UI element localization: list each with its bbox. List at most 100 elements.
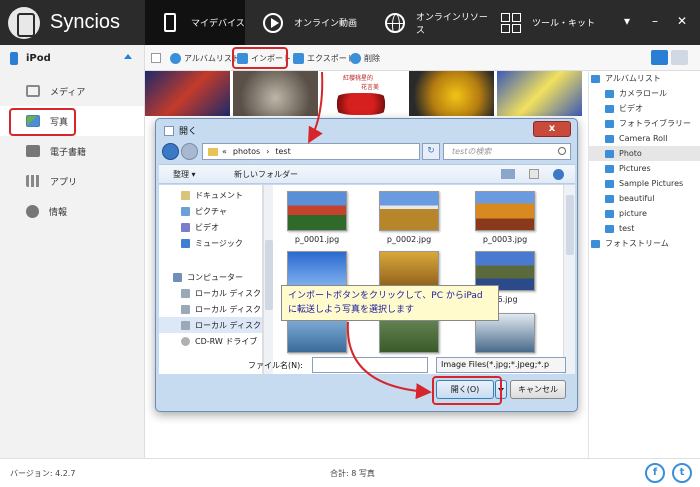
search-input[interactable]: testの検索 (443, 143, 571, 160)
tree-item[interactable]: ローカル ディスク (159, 317, 262, 333)
path-segment[interactable]: test (275, 147, 290, 156)
forward-icon[interactable] (181, 143, 198, 160)
file-item[interactable]: p_0001.jpg (285, 191, 349, 244)
photo-thumb[interactable] (497, 71, 582, 116)
album-label: Camera Roll (619, 134, 668, 143)
sidebar-item-media[interactable]: メディア (0, 76, 144, 106)
facebook-icon[interactable]: f (645, 463, 665, 483)
sidebar-item-ebooks[interactable]: 電子書籍 (0, 136, 144, 166)
export-button[interactable]: エクスポート (293, 50, 355, 66)
tab-online-resources[interactable]: オンラインリソース (384, 0, 496, 45)
album-list-button[interactable]: アルバムリスト (170, 50, 240, 66)
album-item[interactable]: フォトストリーム (589, 236, 700, 251)
tree-item[interactable]: CD-RW ドライブ (159, 333, 262, 349)
cancel-button[interactable]: キャンセル (510, 380, 566, 399)
top-bar: Syncios マイデバイス オンライン動画 オンラインリソース ツール・キット… (0, 0, 700, 45)
select-all-checkbox[interactable] (151, 53, 161, 63)
album-item[interactable]: フォトライブラリー (589, 116, 700, 131)
filetype-select[interactable]: Image Files(*.jpg;*.jpeg;*.p (436, 357, 566, 373)
list-view-icon[interactable] (651, 50, 668, 65)
tree-item[interactable]: ローカル ディスク (159, 285, 262, 301)
album-item[interactable]: Photo (589, 146, 700, 161)
file-grid: p_0001.jpg p_0002.jpg p_0003.jpg 06.jpg (273, 185, 563, 374)
disk-icon (181, 304, 190, 314)
pictures-icon (181, 206, 190, 216)
tree-item[interactable]: ミュージック (159, 235, 262, 251)
strip-caption: 花言美 (361, 84, 380, 91)
filename-input[interactable] (312, 357, 428, 373)
tab-my-devices[interactable]: マイデバイス (145, 0, 245, 45)
photo-thumb[interactable] (233, 71, 318, 116)
play-icon (262, 12, 284, 34)
delete-button[interactable]: 削除 (350, 50, 380, 66)
device-row[interactable]: iPod (0, 45, 144, 71)
navigation-tree: ドキュメント ピクチャ ビデオ ミュージック コンピューター ローカル ディスク… (159, 185, 263, 374)
import-highlight-box (232, 47, 288, 69)
twitter-icon[interactable]: t (672, 463, 692, 483)
help-icon[interactable] (553, 169, 564, 180)
close-icon[interactable]: ✕ (672, 14, 692, 28)
tree-label: CD-RW ドライブ (195, 336, 258, 346)
dialog-close-button[interactable]: x (533, 121, 571, 137)
album-item[interactable]: Pictures (589, 161, 700, 176)
search-icon (558, 147, 566, 155)
photos-highlight-box (9, 108, 76, 136)
tab-toolkit[interactable]: ツール・キット (500, 0, 600, 45)
album-label: ビデオ (619, 104, 643, 113)
menu-icon[interactable]: ▾ (617, 14, 637, 28)
back-icon[interactable] (162, 143, 179, 160)
album-item[interactable]: アルバムリスト (589, 71, 700, 86)
album-item[interactable]: カメラロール (589, 86, 700, 101)
folder-icon (208, 147, 218, 156)
album-item[interactable]: Sample Pictures (589, 176, 700, 191)
refresh-icon[interactable]: ↻ (422, 143, 440, 160)
tree-label: ビデオ (195, 222, 219, 232)
sidebar-item-apps[interactable]: アプリ (0, 166, 144, 196)
album-item[interactable]: ビデオ (589, 101, 700, 116)
eject-icon[interactable] (124, 54, 132, 59)
file-grid-scrollbar[interactable] (563, 185, 575, 374)
file-item[interactable]: p_0003.jpg (473, 191, 537, 244)
tree-item[interactable]: コンピューター (159, 269, 262, 285)
album-label: Sample Pictures (619, 179, 684, 188)
sidebar-item-info[interactable]: 情報 (0, 196, 144, 226)
view-options-icon[interactable] (501, 169, 515, 179)
sidebar-item-label: アプリ (50, 177, 78, 188)
tree-scrollbar[interactable] (263, 185, 273, 374)
photo-thumb[interactable]: 紅櫻桃星的 花言美 (321, 71, 406, 116)
instruction-callout: インポートボタンをクリックして、PC からiPad に転送しよう写真を選択します (281, 285, 499, 321)
tab-online-video[interactable]: オンライン動画 (262, 0, 372, 45)
tree-item[interactable]: ビデオ (159, 219, 262, 235)
tree-item[interactable]: ローカル ディスク (159, 301, 262, 317)
album-item[interactable]: beautiful (589, 191, 700, 206)
tree-item[interactable]: ドキュメント (159, 187, 262, 203)
folder-icon (605, 224, 614, 233)
organize-button[interactable]: 整理 ▾ (173, 169, 196, 180)
album-item[interactable]: test (589, 221, 700, 236)
dialog-title: 開く (179, 127, 198, 137)
new-folder-button[interactable]: 新しいフォルダー (234, 169, 298, 180)
export-label: エクスポート (307, 53, 355, 63)
file-thumbnail (379, 191, 439, 231)
album-item[interactable]: Camera Roll (589, 131, 700, 146)
grid-view-icon[interactable] (671, 50, 688, 65)
file-item[interactable]: p_0002.jpg (377, 191, 441, 244)
path-segment[interactable]: photos (233, 147, 260, 156)
address-bar[interactable]: « photos › test (202, 143, 420, 160)
tab-label: オンラインリソース (415, 12, 488, 36)
filetype-value: Image Files(*.jpg;*.jpeg;*.p (441, 360, 550, 369)
minimize-icon[interactable]: – (645, 14, 665, 28)
path-separator: › (266, 147, 270, 156)
preview-pane-icon[interactable] (529, 169, 539, 179)
tree-label: ミュージック (195, 238, 243, 248)
photo-thumb[interactable] (145, 71, 230, 116)
file-thumbnail (475, 191, 535, 231)
album-list-icon (591, 74, 600, 83)
album-item[interactable]: picture (589, 206, 700, 221)
file-thumbnail (287, 191, 347, 231)
sidebar-item-label: メディア (50, 87, 86, 98)
photostream-icon (591, 239, 600, 248)
tree-item[interactable]: ピクチャ (159, 203, 262, 219)
dialog-app-icon (164, 125, 174, 136)
photo-thumb[interactable] (409, 71, 494, 116)
